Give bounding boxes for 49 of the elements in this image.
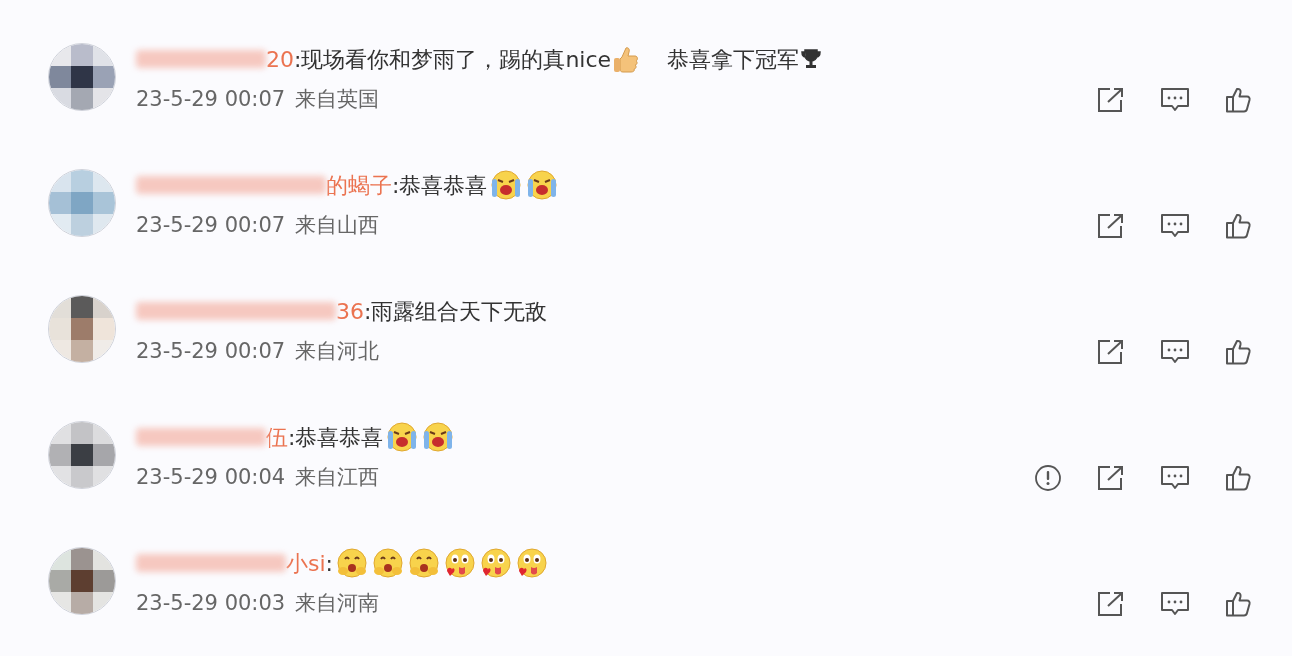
comment-time: 23-5-29 00:03 [136, 590, 286, 618]
comment-time: 23-5-29 00:04 [136, 464, 286, 492]
username[interactable]: 小si [286, 546, 326, 580]
tongue-face-emoji-icon [479, 547, 513, 579]
username[interactable]: 伍 [266, 420, 288, 454]
like-icon[interactable] [1224, 86, 1252, 114]
like-icon[interactable] [1224, 338, 1252, 366]
comment-time: 23-5-29 00:07 [136, 212, 286, 240]
tongue-face-emoji-icon [443, 547, 477, 579]
comment-location: 来自江西 [295, 464, 380, 492]
share-icon[interactable] [1096, 338, 1126, 366]
username[interactable]: 36 [336, 294, 364, 328]
crying-face-emoji-icon [385, 421, 420, 453]
crying-face-emoji-icon [489, 169, 524, 201]
comment-icon[interactable] [1160, 212, 1190, 240]
comment-location: 来自山西 [295, 212, 380, 240]
comment-text: :现场看你和梦雨了，踢的真nice [294, 45, 612, 74]
comment-icon[interactable] [1160, 338, 1190, 366]
comment-text: : [325, 549, 333, 578]
shocked-face-emoji-icon [371, 547, 405, 579]
warning-icon[interactable] [1034, 464, 1062, 492]
like-icon[interactable] [1224, 212, 1252, 240]
username[interactable]: 的蝎子 [326, 168, 392, 202]
shocked-face-emoji-icon [407, 547, 441, 579]
comment-text: :恭喜恭喜 [392, 171, 488, 200]
tongue-face-emoji-icon [515, 547, 549, 579]
trophy-icon [801, 48, 822, 70]
comment-location: 来自英国 [295, 86, 380, 114]
comment-text: :恭喜恭喜 [288, 423, 384, 452]
username[interactable]: 20 [266, 42, 294, 76]
share-icon[interactable] [1096, 212, 1126, 240]
share-icon[interactable] [1096, 590, 1126, 618]
comment-location: 来自河北 [295, 338, 380, 366]
comment-time: 23-5-29 00:07 [136, 86, 286, 114]
comment-location: 来自河南 [295, 590, 380, 618]
share-icon[interactable] [1096, 464, 1126, 492]
crying-face-emoji-icon [421, 421, 456, 453]
like-icon[interactable] [1224, 464, 1252, 492]
comment-text: 恭喜拿下冠军 [667, 45, 800, 74]
shocked-face-emoji-icon [335, 547, 369, 579]
like-icon[interactable] [1224, 590, 1252, 618]
comment-icon[interactable] [1160, 590, 1190, 618]
comment-icon[interactable] [1160, 86, 1190, 114]
thumbs-up-emoji-icon [613, 45, 640, 73]
crying-face-emoji-icon [525, 169, 560, 201]
comment-text: :雨露组合天下无敌 [364, 297, 548, 326]
comment-icon[interactable] [1160, 464, 1190, 492]
comment-time: 23-5-29 00:07 [136, 338, 286, 366]
share-icon[interactable] [1096, 86, 1126, 114]
